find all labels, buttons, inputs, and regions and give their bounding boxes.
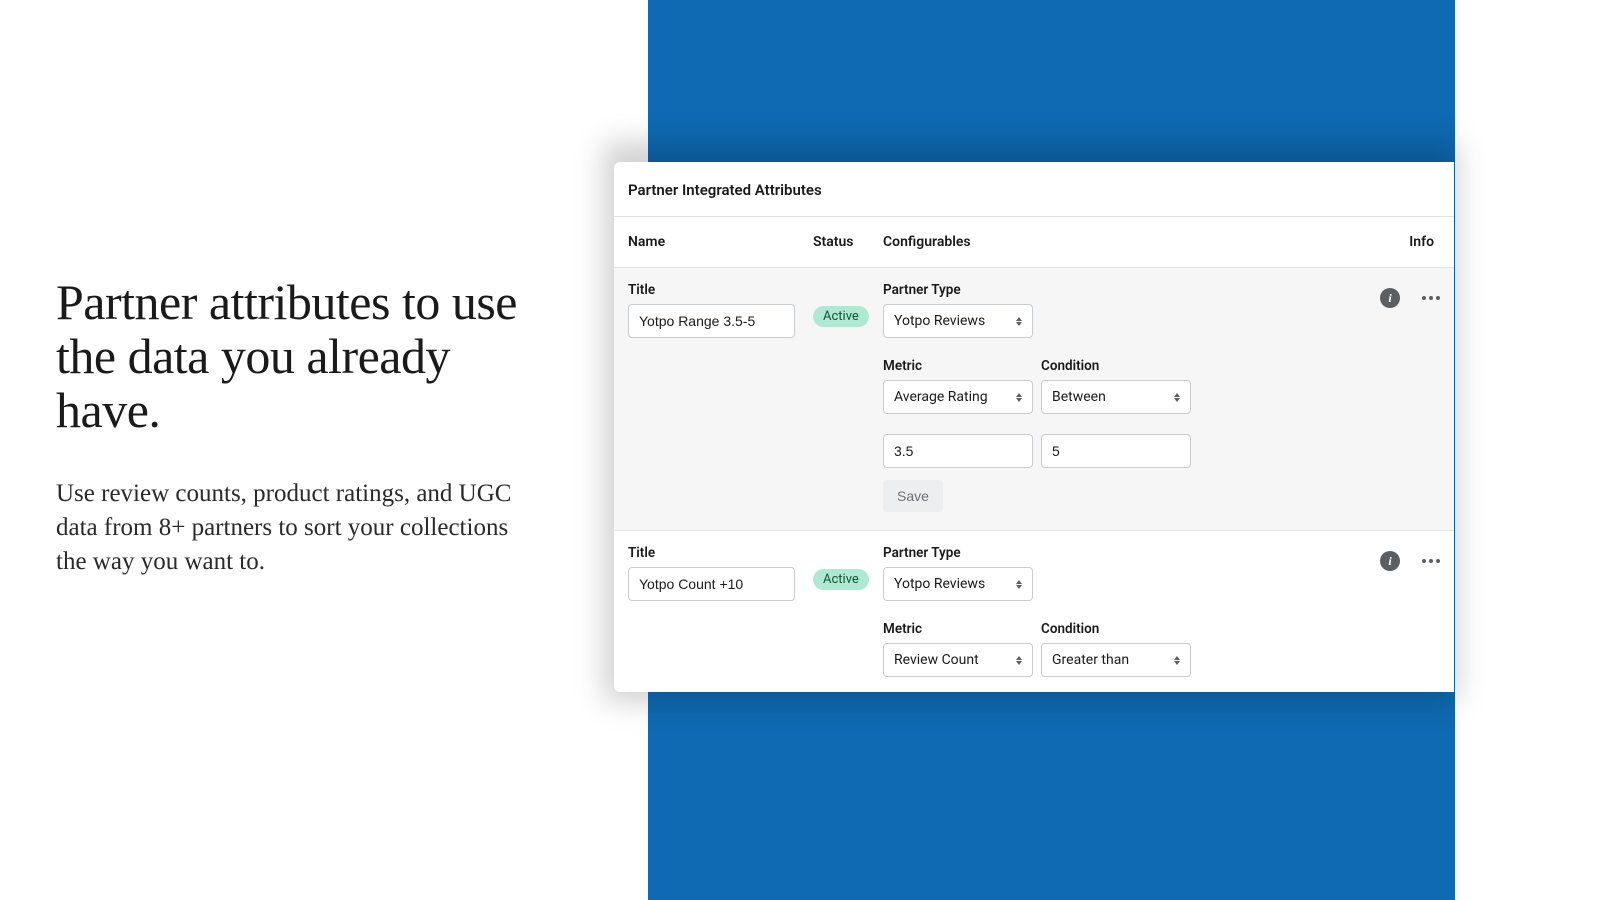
status-badge: Active: [813, 569, 869, 590]
partner-type-select[interactable]: Yotpo Reviews: [883, 567, 1033, 601]
condition-select[interactable]: Greater than: [1041, 643, 1191, 677]
chevron-updown-icon: [1014, 577, 1024, 591]
metric-label: Metric: [883, 621, 1033, 637]
metric-label: Metric: [883, 358, 1033, 374]
chevron-updown-icon: [1014, 390, 1024, 404]
attribute-row: Title Active Partner Type Yotpo Reviews: [614, 531, 1454, 692]
table-header: Name Status Configurables Info: [614, 216, 1454, 268]
condition-value: Greater than: [1052, 652, 1129, 668]
hero-body: Use review counts, product ratings, and …: [56, 477, 536, 579]
condition-select[interactable]: Between: [1041, 380, 1191, 414]
chevron-updown-icon: [1172, 390, 1182, 404]
title-label: Title: [628, 545, 813, 561]
more-actions-icon[interactable]: [1422, 288, 1440, 308]
info-icon[interactable]: i: [1380, 551, 1400, 571]
condition-value: Between: [1052, 389, 1106, 405]
column-header-info: Info: [1350, 234, 1440, 250]
hero-heading: Partner attributes to use the data you a…: [56, 275, 536, 437]
title-input[interactable]: [628, 304, 795, 338]
range-from-input[interactable]: [883, 434, 1033, 468]
info-icon[interactable]: i: [1380, 288, 1400, 308]
chevron-updown-icon: [1014, 314, 1024, 328]
hero-copy: Partner attributes to use the data you a…: [56, 275, 536, 579]
partner-type-label: Partner Type: [883, 282, 1033, 298]
condition-label: Condition: [1041, 358, 1191, 374]
chevron-updown-icon: [1014, 653, 1024, 667]
column-header-status: Status: [813, 234, 883, 250]
partner-type-select[interactable]: Yotpo Reviews: [883, 304, 1033, 338]
attribute-row: Title Active Partner Type Yotpo Reviews: [614, 268, 1454, 531]
more-actions-icon[interactable]: [1422, 551, 1440, 571]
partner-type-value: Yotpo Reviews: [894, 576, 985, 592]
title-label: Title: [628, 282, 813, 298]
chevron-updown-icon: [1172, 653, 1182, 667]
metric-select[interactable]: Review Count: [883, 643, 1033, 677]
save-button[interactable]: Save: [883, 480, 943, 512]
column-header-name: Name: [628, 234, 813, 250]
partner-type-label: Partner Type: [883, 545, 1033, 561]
metric-select[interactable]: Average Rating: [883, 380, 1033, 414]
metric-value: Review Count: [894, 652, 979, 668]
attributes-panel: Partner Integrated Attributes Name Statu…: [614, 162, 1454, 692]
condition-label: Condition: [1041, 621, 1191, 637]
partner-type-value: Yotpo Reviews: [894, 313, 985, 329]
status-badge: Active: [813, 306, 869, 327]
metric-value: Average Rating: [894, 389, 988, 405]
range-to-input[interactable]: [1041, 434, 1191, 468]
title-input[interactable]: [628, 567, 795, 601]
column-header-configurables: Configurables: [883, 234, 1350, 250]
panel-title: Partner Integrated Attributes: [614, 162, 1454, 216]
